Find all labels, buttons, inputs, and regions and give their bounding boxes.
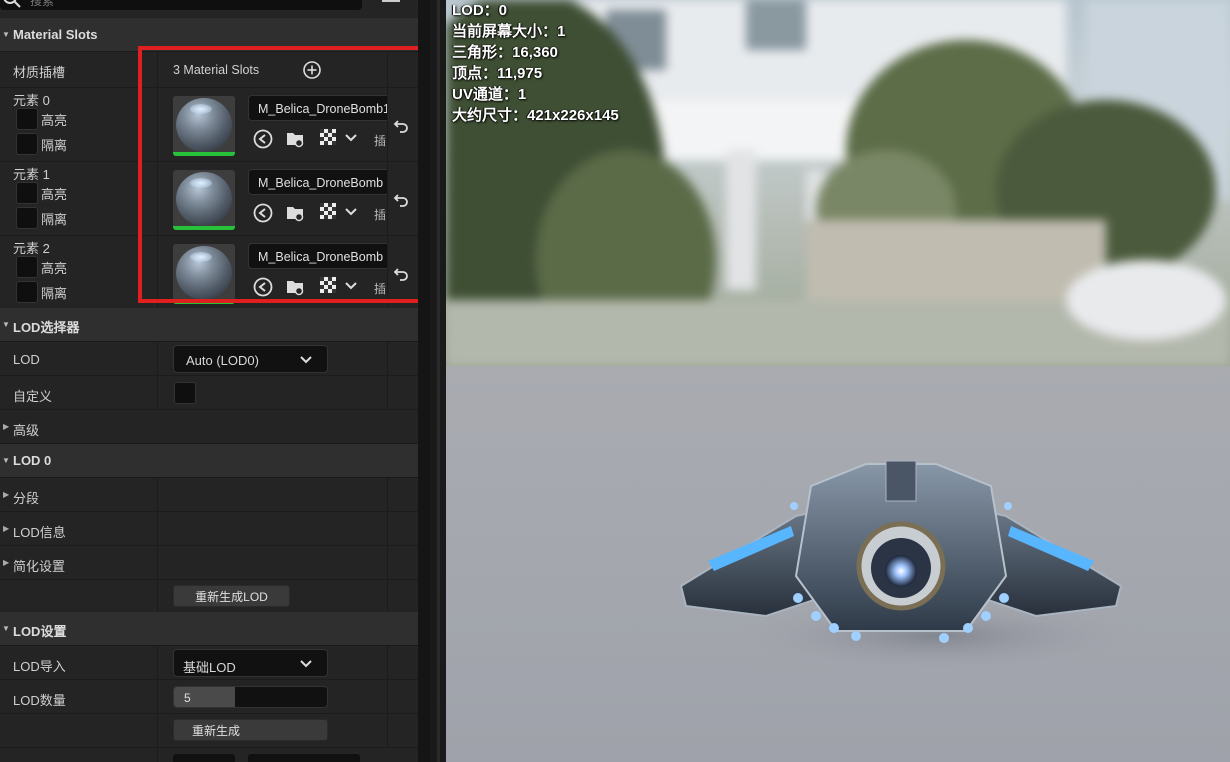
highlight-label: 高亮 bbox=[41, 112, 68, 128]
lod-import-label: LOD导入 bbox=[13, 659, 66, 674]
drone-bomb-model bbox=[679, 460, 1136, 672]
search-icon bbox=[3, 0, 21, 8]
element-title: 元素 0 bbox=[13, 93, 50, 108]
category-label: Material Slots bbox=[13, 27, 98, 42]
sections-row[interactable]: ▶ 分段 bbox=[0, 478, 418, 512]
lod-value: Auto (LOD0) bbox=[186, 353, 259, 368]
collapse-arrow-icon: ▼ bbox=[2, 456, 10, 465]
highlight-checkbox[interactable] bbox=[16, 108, 38, 130]
isolate-label: 隔离 bbox=[41, 211, 68, 227]
search-placeholder: 搜索 bbox=[30, 0, 55, 8]
search-input[interactable]: 搜索 bbox=[0, 0, 362, 10]
highlight-option[interactable]: 高亮 bbox=[13, 256, 67, 278]
stat-triangles: 三角形：16,360 bbox=[452, 44, 558, 61]
expand-arrow-icon: ▶ bbox=[3, 490, 10, 499]
sections-label: 分段 bbox=[13, 491, 40, 506]
settings-icon[interactable] bbox=[412, 0, 418, 2]
details-panel: 搜索 ▼ Material Slots 材质插槽 3 Material Slot… bbox=[0, 0, 418, 762]
stat-vertices: 顶点：11,975 bbox=[452, 65, 543, 82]
collapse-arrow-icon: ▼ bbox=[2, 624, 10, 633]
element-title: 元素 1 bbox=[13, 167, 50, 182]
viewport-stats-overlay: LOD：0 当前屏幕大小：1 三角形：16,360 顶点：11,975 UV通道… bbox=[452, 0, 619, 126]
category-lod-settings[interactable]: ▼ LOD设置 bbox=[0, 612, 418, 646]
reduction-row[interactable]: ▶ 简化设置 bbox=[0, 546, 418, 580]
lod-count-value: 5 bbox=[184, 691, 191, 705]
regenerate-button[interactable]: 重新生成 bbox=[173, 719, 328, 741]
lod-import-row: LOD导入 基础LOD bbox=[0, 646, 418, 680]
isolate-label: 隔离 bbox=[41, 137, 68, 153]
highlight-label: 高亮 bbox=[41, 186, 68, 202]
lod-dropdown[interactable]: Auto (LOD0) bbox=[173, 345, 328, 373]
isolate-checkbox[interactable] bbox=[16, 133, 38, 155]
partial-field[interactable] bbox=[173, 754, 235, 762]
isolate-label: 隔离 bbox=[41, 285, 68, 301]
collapse-arrow-icon: ▼ bbox=[2, 320, 10, 329]
advanced-row[interactable]: ▶ 高级 bbox=[0, 410, 418, 444]
layout-icon[interactable] bbox=[382, 0, 400, 2]
lod-count-spinbox[interactable]: 5 bbox=[173, 686, 328, 708]
highlight-checkbox[interactable] bbox=[16, 256, 38, 278]
annotation-highlight-box bbox=[138, 46, 418, 303]
reduction-label: 简化设置 bbox=[13, 559, 66, 574]
regen-lod-row: 重新生成LOD bbox=[0, 580, 418, 614]
lod-count-label: LOD数量 bbox=[13, 693, 66, 708]
category-lod0[interactable]: ▼ LOD 0 bbox=[0, 444, 418, 478]
material-slots-label: 材质插槽 bbox=[13, 65, 66, 80]
stat-approx-size: 大约尺寸：421x226x145 bbox=[452, 107, 619, 124]
category-label: LOD 0 bbox=[13, 453, 52, 468]
isolate-checkbox[interactable] bbox=[16, 207, 38, 229]
regen-row: 重新生成 bbox=[0, 714, 418, 748]
category-label: LOD设置 bbox=[13, 624, 67, 639]
partial-row bbox=[0, 748, 418, 762]
custom-label: 自定义 bbox=[13, 389, 53, 404]
custom-row: 自定义 bbox=[0, 376, 418, 410]
viewport-floor bbox=[446, 366, 1230, 762]
lod-row: LOD Auto (LOD0) bbox=[0, 342, 418, 376]
lod-label: LOD bbox=[13, 352, 40, 367]
viewport[interactable]: LOD：0 当前屏幕大小：1 三角形：16,360 顶点：11,975 UV通道… bbox=[446, 0, 1230, 762]
regenerate-lod-button[interactable]: 重新生成LOD bbox=[173, 585, 290, 607]
expand-arrow-icon: ▶ bbox=[3, 558, 10, 567]
partial-field[interactable] bbox=[248, 754, 360, 762]
highlight-option[interactable]: 高亮 bbox=[13, 182, 67, 204]
chevron-down-icon bbox=[300, 356, 312, 364]
isolate-option[interactable]: 隔离 bbox=[13, 207, 67, 229]
lod-import-value: 基础LOD bbox=[183, 660, 236, 675]
expand-arrow-icon: ▶ bbox=[3, 524, 10, 533]
element-title: 元素 2 bbox=[13, 241, 50, 256]
chevron-down-icon bbox=[300, 660, 312, 668]
isolate-option[interactable]: 隔离 bbox=[13, 133, 67, 155]
panel-splitter-line bbox=[437, 0, 440, 762]
lod-info-row[interactable]: ▶ LOD信息 bbox=[0, 512, 418, 546]
highlight-label: 高亮 bbox=[41, 260, 68, 276]
lod-info-label: LOD信息 bbox=[13, 525, 66, 540]
lod-import-dropdown[interactable]: 基础LOD bbox=[173, 649, 328, 677]
stat-screen-size: 当前屏幕大小：1 bbox=[452, 23, 566, 40]
custom-checkbox[interactable] bbox=[174, 382, 196, 404]
advanced-label: 高级 bbox=[13, 423, 40, 438]
expand-arrow-icon: ▶ bbox=[3, 422, 10, 431]
isolate-checkbox[interactable] bbox=[16, 281, 38, 303]
stat-uv-channels: UV通道：1 bbox=[452, 86, 527, 103]
search-row: 搜索 bbox=[0, 0, 418, 12]
highlight-checkbox[interactable] bbox=[16, 182, 38, 204]
collapse-arrow-icon: ▼ bbox=[2, 30, 10, 39]
lod-count-row: LOD数量 5 bbox=[0, 680, 418, 714]
category-label: LOD选择器 bbox=[13, 320, 80, 335]
stat-lod: LOD：0 bbox=[452, 2, 508, 19]
highlight-option[interactable]: 高亮 bbox=[13, 108, 67, 130]
isolate-option[interactable]: 隔离 bbox=[13, 281, 67, 303]
category-lod-picker[interactable]: ▼ LOD选择器 bbox=[0, 308, 418, 342]
